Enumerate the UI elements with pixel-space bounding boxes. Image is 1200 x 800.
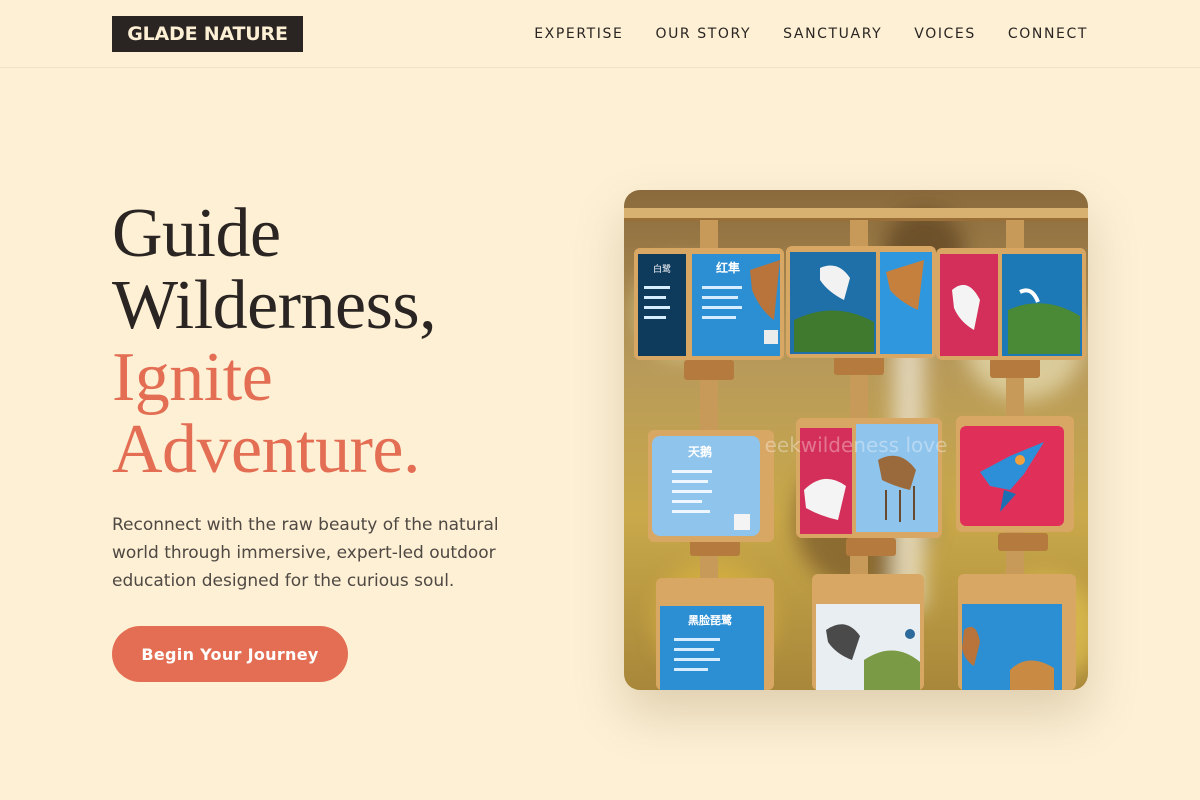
nav-item-connect[interactable]: CONNECT (1008, 25, 1088, 43)
sign-title: 黑脸琵鹭 (688, 613, 733, 627)
sign-cube-9 (958, 574, 1076, 690)
main-nav: EXPERTISE OUR STORY SANCTUARY VOICES CON… (534, 25, 1088, 43)
hero-title: Guide Wilderness, Ignite Adventure. (112, 198, 592, 486)
site-header: GLADE NATURE EXPERTISE OUR STORY SANCTUA… (0, 0, 1200, 68)
hero-title-line: Guide (112, 195, 281, 272)
sign-cube-4: 天鹅 (648, 430, 774, 542)
bird-sign-cubes-photo: 白鹭 红隼 天鹅 黑脸琵鹭 eekwildeness love (624, 190, 1088, 690)
sign-cube-3 (936, 248, 1086, 360)
sign-title: 天鹅 (688, 444, 712, 459)
hero-title-accent-line: Adventure. (112, 411, 420, 488)
nav-item-voices[interactable]: VOICES (914, 25, 976, 43)
hero-subtitle: Reconnect with the raw beauty of the nat… (112, 515, 499, 591)
sign-title: 白鹭 (653, 263, 671, 275)
sign-cube-8 (812, 574, 924, 690)
nav-item-our-story[interactable]: OUR STORY (655, 25, 751, 43)
sign-title: 红隼 (716, 260, 740, 275)
logo[interactable]: GLADE NATURE (112, 16, 303, 52)
sign-cube-7: 黑脸琵鹭 (656, 578, 774, 690)
hero-title-line: Wilderness, (112, 267, 437, 344)
nav-item-expertise[interactable]: EXPERTISE (534, 25, 623, 43)
sign-cube-2 (786, 246, 936, 358)
sign-cube-6 (956, 416, 1074, 532)
nav-item-sanctuary[interactable]: SANCTUARY (783, 25, 882, 43)
hero-title-accent-line: Ignite (112, 339, 273, 416)
hero-image: 白鹭 红隼 天鹅 黑脸琵鹭 eekwildeness love (624, 190, 1088, 690)
begin-journey-button[interactable]: Begin Your Journey (112, 626, 348, 682)
image-watermark: eekwildeness love (765, 433, 948, 457)
sign-cube-1: 白鹭 红隼 (634, 248, 784, 360)
